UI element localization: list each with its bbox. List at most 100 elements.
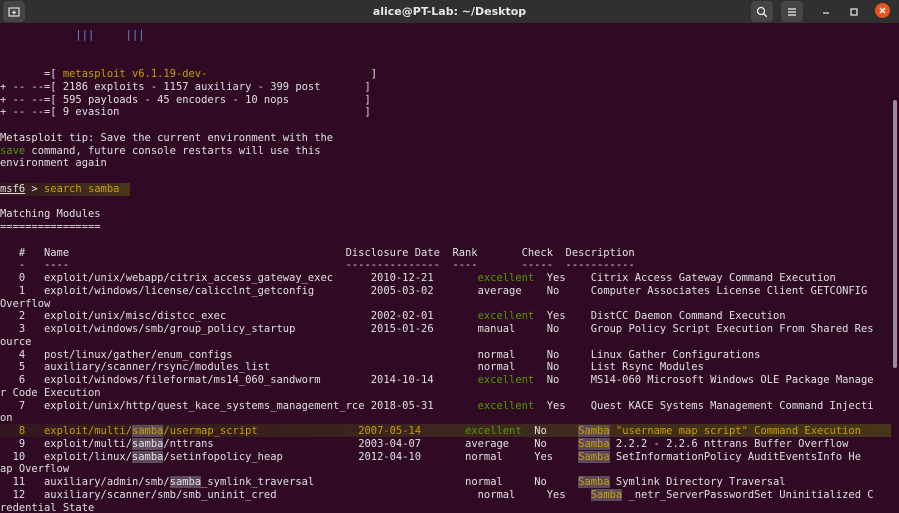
- minimize-button[interactable]: [815, 1, 837, 22]
- module-rank: normal: [465, 476, 522, 488]
- prompt-name: msf6: [0, 182, 26, 195]
- row-wrap-continuation: ource: [0, 335, 32, 348]
- prompt-command: search samba: [44, 182, 120, 195]
- module-check: No: [534, 425, 554, 437]
- module-name-pre: exploit/multi/: [44, 437, 132, 450]
- module-name-post: /setinfopolicy_heap: [163, 450, 359, 463]
- module-check: Yes: [546, 310, 566, 323]
- new-tab-button[interactable]: [3, 1, 25, 22]
- module-description: MS14-060 Microsoft Windows OLE Package M…: [590, 374, 874, 386]
- module-check: Yes: [546, 488, 566, 501]
- section-rule: ================: [0, 221, 101, 233]
- search-button[interactable]: [751, 1, 773, 22]
- module-description: "username map script" Command Execution: [609, 425, 861, 437]
- module-description: List Rsync Modules: [590, 361, 704, 374]
- module-name-hit: samba: [131, 437, 164, 450]
- prompt-line: msf6 > search samba: [0, 183, 119, 196]
- module-name-post: _symlink_traversal: [201, 476, 359, 488]
- scrollbar-thumb[interactable]: [893, 100, 897, 368]
- tip-line-2: save command, future console restarts wi…: [0, 145, 320, 158]
- minimize-icon: [823, 11, 829, 14]
- module-check: No: [534, 437, 554, 450]
- row-number: 8: [0, 425, 26, 437]
- module-description: Computer Associates License Client GETCO…: [590, 284, 868, 297]
- module-check: Yes: [546, 272, 566, 284]
- module-description: Quest KACE Systems Management Command In…: [590, 399, 874, 412]
- module-name: auxiliary/scanner/rsync/modules_list: [44, 361, 371, 374]
- module-name-hit: samba: [131, 425, 164, 437]
- module-check: No: [546, 323, 566, 335]
- description-hit: Samba: [590, 488, 623, 501]
- disclosure-date: 2015-01-26: [370, 323, 434, 335]
- table-row: 7 exploit/unix/http/quest_kace_systems_m…: [0, 400, 874, 413]
- module-description: _netr_ServerPasswordSet Uninitialized C: [622, 488, 874, 501]
- module-description: Linux Gather Configurations: [590, 348, 761, 361]
- module-rank: normal: [465, 450, 522, 463]
- module-name-pre: auxiliary/admin/smb/: [44, 476, 170, 488]
- module-check: No: [546, 348, 566, 361]
- banner-line-3: + -- --=[ 595 payloads - 45 encoders - 1…: [0, 93, 371, 106]
- module-rank: normal: [477, 348, 535, 361]
- module-description: Citrix Access Gateway Command Execution: [590, 272, 836, 284]
- module-rank: manual: [477, 323, 535, 335]
- title-bar: alice@PT-Lab: ~/Desktop: [0, 0, 899, 23]
- module-rank: excellent: [477, 272, 535, 284]
- module-name-post: [277, 489, 371, 501]
- module-name: post/linux/gather/enum_configs: [44, 348, 371, 361]
- row-number: 6: [0, 374, 26, 386]
- tip-line-3: environment again: [0, 157, 107, 170]
- menu-button[interactable]: [781, 1, 803, 22]
- terminal-output[interactable]: ||| ||| =[ metasploit v6.1.19-dev- ] + -…: [0, 23, 891, 513]
- row-number: 1: [0, 284, 26, 297]
- module-check: No: [546, 374, 566, 386]
- disclosure-date: 2018-05-31: [370, 399, 434, 412]
- row-number: 9: [0, 437, 26, 450]
- module-rank: normal: [477, 361, 535, 374]
- module-name-post: /nttrans: [163, 437, 359, 450]
- module-name: exploit/windows/fileformat/ms14_060_sand…: [44, 374, 371, 386]
- maximize-button[interactable]: [843, 1, 865, 22]
- table-row: 4 post/linux/gather/enum_configs normal …: [0, 348, 761, 362]
- table-header: # Name Disclosure Date Rank Check Descri…: [0, 246, 635, 259]
- banner-line-2: + -- --=[ 2186 exploits - 1157 auxiliary…: [0, 80, 371, 93]
- module-name-post: /usermap_script: [163, 425, 359, 437]
- disclosure-date: 2014-10-14: [370, 374, 434, 386]
- module-rank: average: [477, 284, 535, 297]
- module-rank: average: [465, 437, 522, 450]
- module-check: No: [546, 361, 566, 374]
- disclosure-date: [371, 349, 434, 361]
- module-name: exploit/windows/smb/group_policy_startup: [44, 323, 371, 335]
- table-row: 10 exploit/linux/samba/setinfopolicy_hea…: [0, 450, 861, 464]
- close-icon: [879, 7, 886, 14]
- description-hit: Samba: [578, 476, 610, 488]
- module-rank: normal: [477, 488, 535, 501]
- module-check: Yes: [534, 450, 554, 463]
- close-button[interactable]: [875, 3, 890, 18]
- banner-line-4: + -- --=[ 9 evasion ]: [0, 106, 371, 119]
- tip-line-1: Metasploit tip: Save the current environ…: [0, 131, 334, 144]
- table-row: 6 exploit/windows/fileformat/ms14_060_sa…: [0, 374, 874, 387]
- hamburger-icon: [788, 7, 796, 16]
- module-rank: excellent: [477, 374, 535, 386]
- row-number: 0: [0, 272, 26, 284]
- table-row: 2 exploit/unix/misc/distcc_exec 2002-02-…: [0, 310, 786, 323]
- module-name: exploit/unix/webapp/citrix_access_gatewa…: [44, 272, 371, 284]
- tip-l2-rest: command, future console restarts will us…: [25, 144, 321, 157]
- module-name-hit: samba: [169, 476, 202, 488]
- section-title: Matching Modules: [0, 208, 101, 221]
- disclosure-date: 2012-04-10: [358, 450, 422, 463]
- module-check: Yes: [546, 399, 566, 412]
- module-name: exploit/unix/http/quest_kace_systems_man…: [44, 399, 371, 412]
- disclosure-date: 2010-12-21: [370, 272, 434, 284]
- table-row: 0 exploit/unix/webapp/citrix_access_gate…: [0, 272, 836, 285]
- disclosure-date: 2007-05-14: [358, 425, 422, 437]
- module-check: No: [534, 476, 554, 488]
- row-number: 12: [0, 488, 26, 501]
- module-name: exploit/unix/misc/distcc_exec: [44, 310, 371, 323]
- scrollbar[interactable]: [891, 23, 899, 513]
- disclosure-date: 2002-02-01: [370, 310, 434, 323]
- new-tab-icon: [8, 6, 20, 17]
- table-row: 3 exploit/windows/smb/group_policy_start…: [0, 323, 874, 336]
- banner-l1-post: ]: [207, 68, 378, 80]
- metasploit-version: metasploit v6.1.19-dev-: [62, 68, 208, 80]
